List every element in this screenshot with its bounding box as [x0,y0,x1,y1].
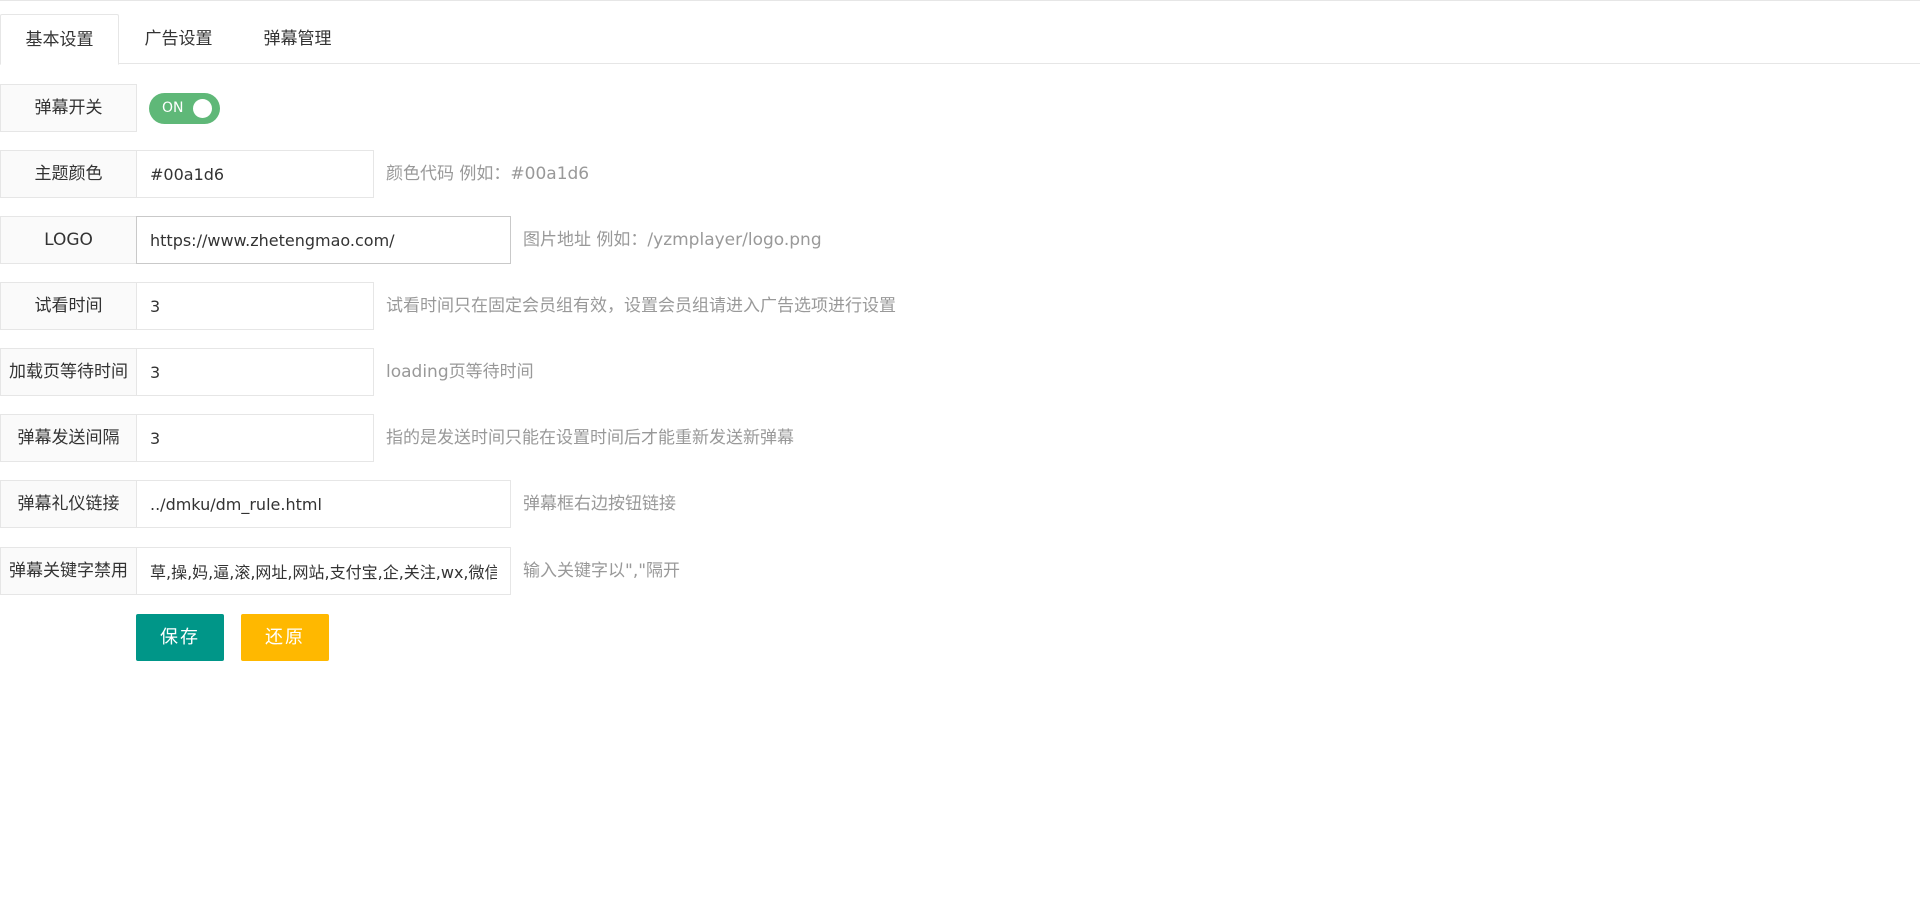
trial-time-label: 试看时间 [0,282,137,330]
logo-hint: 图片地址 例如：/yzmplayer/logo.png [523,230,822,250]
reset-button[interactable]: 还原 [241,614,329,661]
tab-bar: 基本设置 广告设置 弹幕管理 [0,1,1920,65]
theme-color-label: 主题颜色 [0,150,137,198]
loading-wait-label: 加载页等待时间 [0,348,137,396]
loading-wait-input[interactable] [136,348,374,396]
keyword-ban-label: 弹幕关键字禁用 [0,547,137,595]
theme-color-input[interactable] [136,150,374,198]
loading-wait-hint: loading页等待时间 [386,362,534,382]
keyword-ban-input[interactable] [136,547,511,595]
trial-time-input[interactable] [136,282,374,330]
danmu-switch-toggle[interactable]: ON [149,93,220,124]
tab-basic-settings[interactable]: 基本设置 [0,14,119,65]
tab-ad-settings[interactable]: 广告设置 [119,14,238,65]
logo-label: LOGO [0,216,137,264]
logo-url-input[interactable] [136,216,511,264]
switch-knob [193,99,212,118]
danmu-switch-label: 弹幕开关 [0,84,137,132]
etiquette-link-hint: 弹幕框右边按钮链接 [523,494,676,514]
keyword-ban-hint: 输入关键字以","隔开 [523,561,681,581]
theme-color-hint: 颜色代码 例如：#00a1d6 [386,164,590,184]
send-interval-hint: 指的是发送时间只能在设置时间后才能重新发送新弹幕 [386,428,794,448]
send-interval-input[interactable] [136,414,374,462]
save-button[interactable]: 保存 [136,614,224,661]
etiquette-link-label: 弹幕礼仪链接 [0,480,137,528]
trial-time-hint: 试看时间只在固定会员组有效，设置会员组请进入广告选项进行设置 [386,296,896,316]
send-interval-label: 弹幕发送间隔 [0,414,137,462]
etiquette-link-input[interactable] [136,480,511,528]
switch-state-text: ON [162,100,184,116]
tab-danmu-management[interactable]: 弹幕管理 [238,14,357,65]
